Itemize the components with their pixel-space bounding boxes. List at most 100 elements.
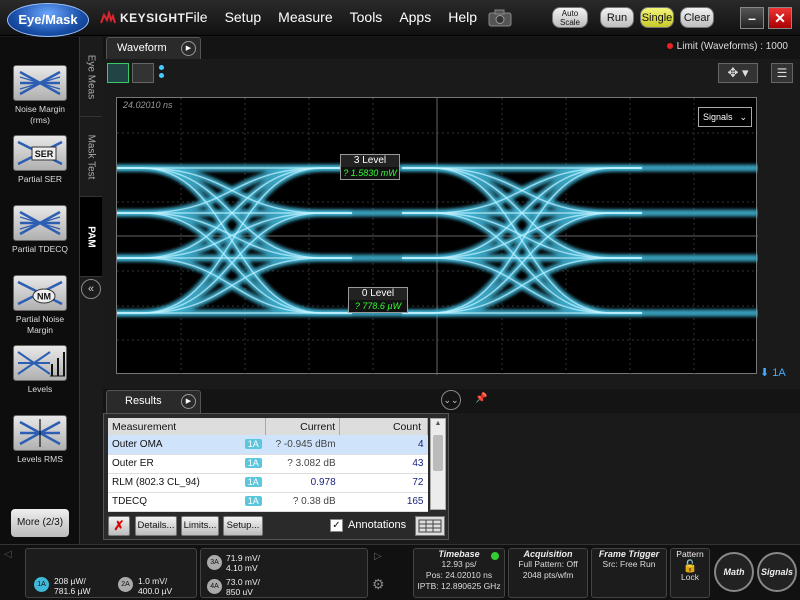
tab-results[interactable]: Results ▶ xyxy=(106,390,201,413)
measurement-current: ? 0.38 dB xyxy=(265,492,340,512)
measurement-name-text: RLM (802.3 CL_94) xyxy=(112,477,200,488)
column-current[interactable]: Current xyxy=(265,418,341,435)
table-row[interactable]: TDECQ 1A ? 0.38 dB 165 xyxy=(108,492,428,512)
timebase-position: Pos: 24.02010 ns xyxy=(425,570,493,580)
column-measurement[interactable]: Measurement xyxy=(108,418,267,435)
channel-2a-badge[interactable]: 2A xyxy=(118,577,133,592)
menu-apps[interactable]: Apps xyxy=(399,9,431,25)
timebase-box[interactable]: Timebase 12.93 ps/ Pos: 24.02010 ns IPTB… xyxy=(413,548,505,598)
minimize-icon[interactable]: – xyxy=(740,7,764,29)
pattern-lock-box[interactable]: Pattern 🔓 Lock xyxy=(670,548,710,598)
tab-pam[interactable]: PAM xyxy=(80,197,102,277)
menu-setup[interactable]: Setup xyxy=(225,9,262,25)
channel-settings-3a-4a[interactable]: 3A 71.9 mV/4.10 mV 4A 73.0 mV/850 uV xyxy=(200,548,368,598)
levels-rms-icon xyxy=(13,415,67,451)
keysight-logo-icon xyxy=(100,11,116,24)
channel-4a-badge[interactable]: 4A xyxy=(207,579,222,594)
multi-grid-layout-icon[interactable] xyxy=(132,63,154,83)
waveform-header: Waveform ▶ Limit (Waveforms) : 1000 xyxy=(103,37,800,59)
ch2a-scale: 1.0 mV/ xyxy=(138,576,168,586)
tab-mask-test[interactable]: Mask Test xyxy=(80,117,102,197)
auto-scale-label-2: Scale xyxy=(559,18,580,27)
run-button[interactable]: Run xyxy=(600,7,634,28)
results-scrollbar[interactable]: ▲ xyxy=(430,418,446,510)
waveform-tab-arrow-icon[interactable]: ▶ xyxy=(181,41,196,56)
measurement-current: ? -0.945 dBm xyxy=(265,435,340,455)
title-bar: Eye/Mask KEYSIGHT File Setup Measure Too… xyxy=(0,0,800,37)
acquisition-box[interactable]: Acquisition Full Pattern: Off 2048 pts/w… xyxy=(508,548,588,598)
annotations-checkbox[interactable]: ✓ xyxy=(330,519,343,532)
single-button[interactable]: Single xyxy=(640,7,674,28)
channel-badge: 1A xyxy=(244,438,262,449)
setup-button[interactable]: Setup... xyxy=(223,516,263,536)
delete-measurement-button[interactable]: ✗ xyxy=(108,516,130,536)
tool-levels[interactable]: Levels xyxy=(4,345,76,395)
level-3-annotation[interactable]: 3 Level ? 1.5830 mW xyxy=(340,154,400,180)
layout-page-dots-icon[interactable] xyxy=(159,65,164,81)
eye-mask-mode-button[interactable]: Eye/Mask xyxy=(7,3,89,37)
tool-partial-ser[interactable]: SER Partial SER xyxy=(4,135,76,185)
scroll-up-icon[interactable]: ▲ xyxy=(431,419,445,429)
tool-partial-noise-margin[interactable]: NM Partial Noise Margin xyxy=(4,275,76,336)
hamburger-menu-icon[interactable]: ☰ xyxy=(771,63,793,83)
table-row[interactable]: Outer OMA 1A ? -0.945 dBm 4 xyxy=(108,435,428,455)
signals-button[interactable]: Signals xyxy=(757,552,797,592)
collapse-palette-chevron-icon[interactable]: « xyxy=(81,279,101,299)
waveform-graticule[interactable]: 24.02010 ns Signals ⌄ 3 Level ? 1.5830 m… xyxy=(116,97,758,375)
tool-noise-margin-rms[interactable]: Noise Margin (rms) xyxy=(4,65,76,126)
eye-trace-core xyxy=(402,212,642,314)
clear-button[interactable]: Clear xyxy=(680,7,714,28)
details-button[interactable]: Details... xyxy=(135,516,177,536)
channel-badge: 1A xyxy=(244,477,262,487)
partial-ser-badge: SER xyxy=(35,149,54,159)
ch3a-offset: 4.10 mV xyxy=(226,563,258,573)
close-icon[interactable]: ✕ xyxy=(768,7,792,29)
signals-dropdown[interactable]: Signals ⌄ xyxy=(698,107,752,127)
menu-bar: File Setup Measure Tools Apps Help xyxy=(185,9,494,25)
single-grid-layout-icon[interactable] xyxy=(107,63,129,83)
table-row[interactable]: RLM (802.3 CL_94) 1A 0.978 72 xyxy=(108,473,428,493)
level-0-value: ? 778.6 µW xyxy=(349,300,407,312)
menu-measure[interactable]: Measure xyxy=(278,9,332,25)
channel-marker-label: 1A xyxy=(772,367,786,379)
channel-1a-badge[interactable]: 1A xyxy=(34,577,49,592)
collapse-results-chevron-icon[interactable]: ⌄⌄ xyxy=(441,390,461,410)
tab-eye-meas[interactable]: Eye Meas xyxy=(80,37,102,117)
channel-1a-marker[interactable]: ⬇ 1A xyxy=(760,366,786,379)
frame-trigger-title: Frame Trigger xyxy=(598,549,660,559)
math-button[interactable]: Math xyxy=(714,552,754,592)
tool-label: Partial TDECQ xyxy=(11,244,69,254)
tab-waveform[interactable]: Waveform ▶ xyxy=(106,37,201,59)
results-tab-arrow-icon[interactable]: ▶ xyxy=(181,394,196,409)
screenshot-camera-icon[interactable] xyxy=(487,8,513,28)
menu-tools[interactable]: Tools xyxy=(350,9,383,25)
level-0-annotation[interactable]: 0 Level ? 778.6 µW xyxy=(348,287,408,313)
channel-2a-values: 1.0 mV/400.0 µV xyxy=(138,576,172,596)
tab-label: PAM xyxy=(85,225,97,248)
frame-trigger-box[interactable]: Frame Trigger Src: Free Run xyxy=(591,548,667,598)
channel-badge: 1A xyxy=(244,458,262,468)
channel-settings-1a-2a[interactable]: 1A 208 µW/781.6 µW 2A 1.0 mV/400.0 µV xyxy=(25,548,197,598)
scrollbar-thumb[interactable] xyxy=(433,435,443,471)
menu-help[interactable]: Help xyxy=(448,9,477,25)
more-tools-button[interactable]: More (2/3) xyxy=(11,509,69,537)
menu-file[interactable]: File xyxy=(185,9,208,25)
table-view-grid-icon[interactable] xyxy=(415,516,445,536)
scroll-left-icon[interactable]: ◁ xyxy=(4,549,12,560)
pan-zoom-move-icon[interactable]: ✥ ▾ xyxy=(718,63,758,83)
brand-name: KEYSIGHT xyxy=(120,11,186,25)
keysight-logo: KEYSIGHT xyxy=(100,9,185,27)
tool-label: Noise Margin (rms) xyxy=(14,104,66,125)
tab-label: Eye Meas xyxy=(85,54,97,99)
pin-icon[interactable]: 📌 xyxy=(475,393,487,404)
timebase-status-dot-icon xyxy=(491,552,499,560)
channel-3a-badge[interactable]: 3A xyxy=(207,555,222,570)
tool-partial-tdecq[interactable]: Partial TDECQ xyxy=(4,205,76,255)
tool-levels-rms[interactable]: Levels RMS xyxy=(4,415,76,465)
table-row[interactable]: Outer ER 1A ? 3.082 dB 43 xyxy=(108,454,428,474)
auto-scale-button[interactable]: Auto Scale xyxy=(552,7,588,28)
scroll-right-icon[interactable]: ▷ xyxy=(374,551,382,562)
limits-button[interactable]: Limits... xyxy=(181,516,219,536)
gear-icon[interactable]: ⚙ xyxy=(372,576,385,593)
column-count[interactable]: Count xyxy=(339,418,428,435)
